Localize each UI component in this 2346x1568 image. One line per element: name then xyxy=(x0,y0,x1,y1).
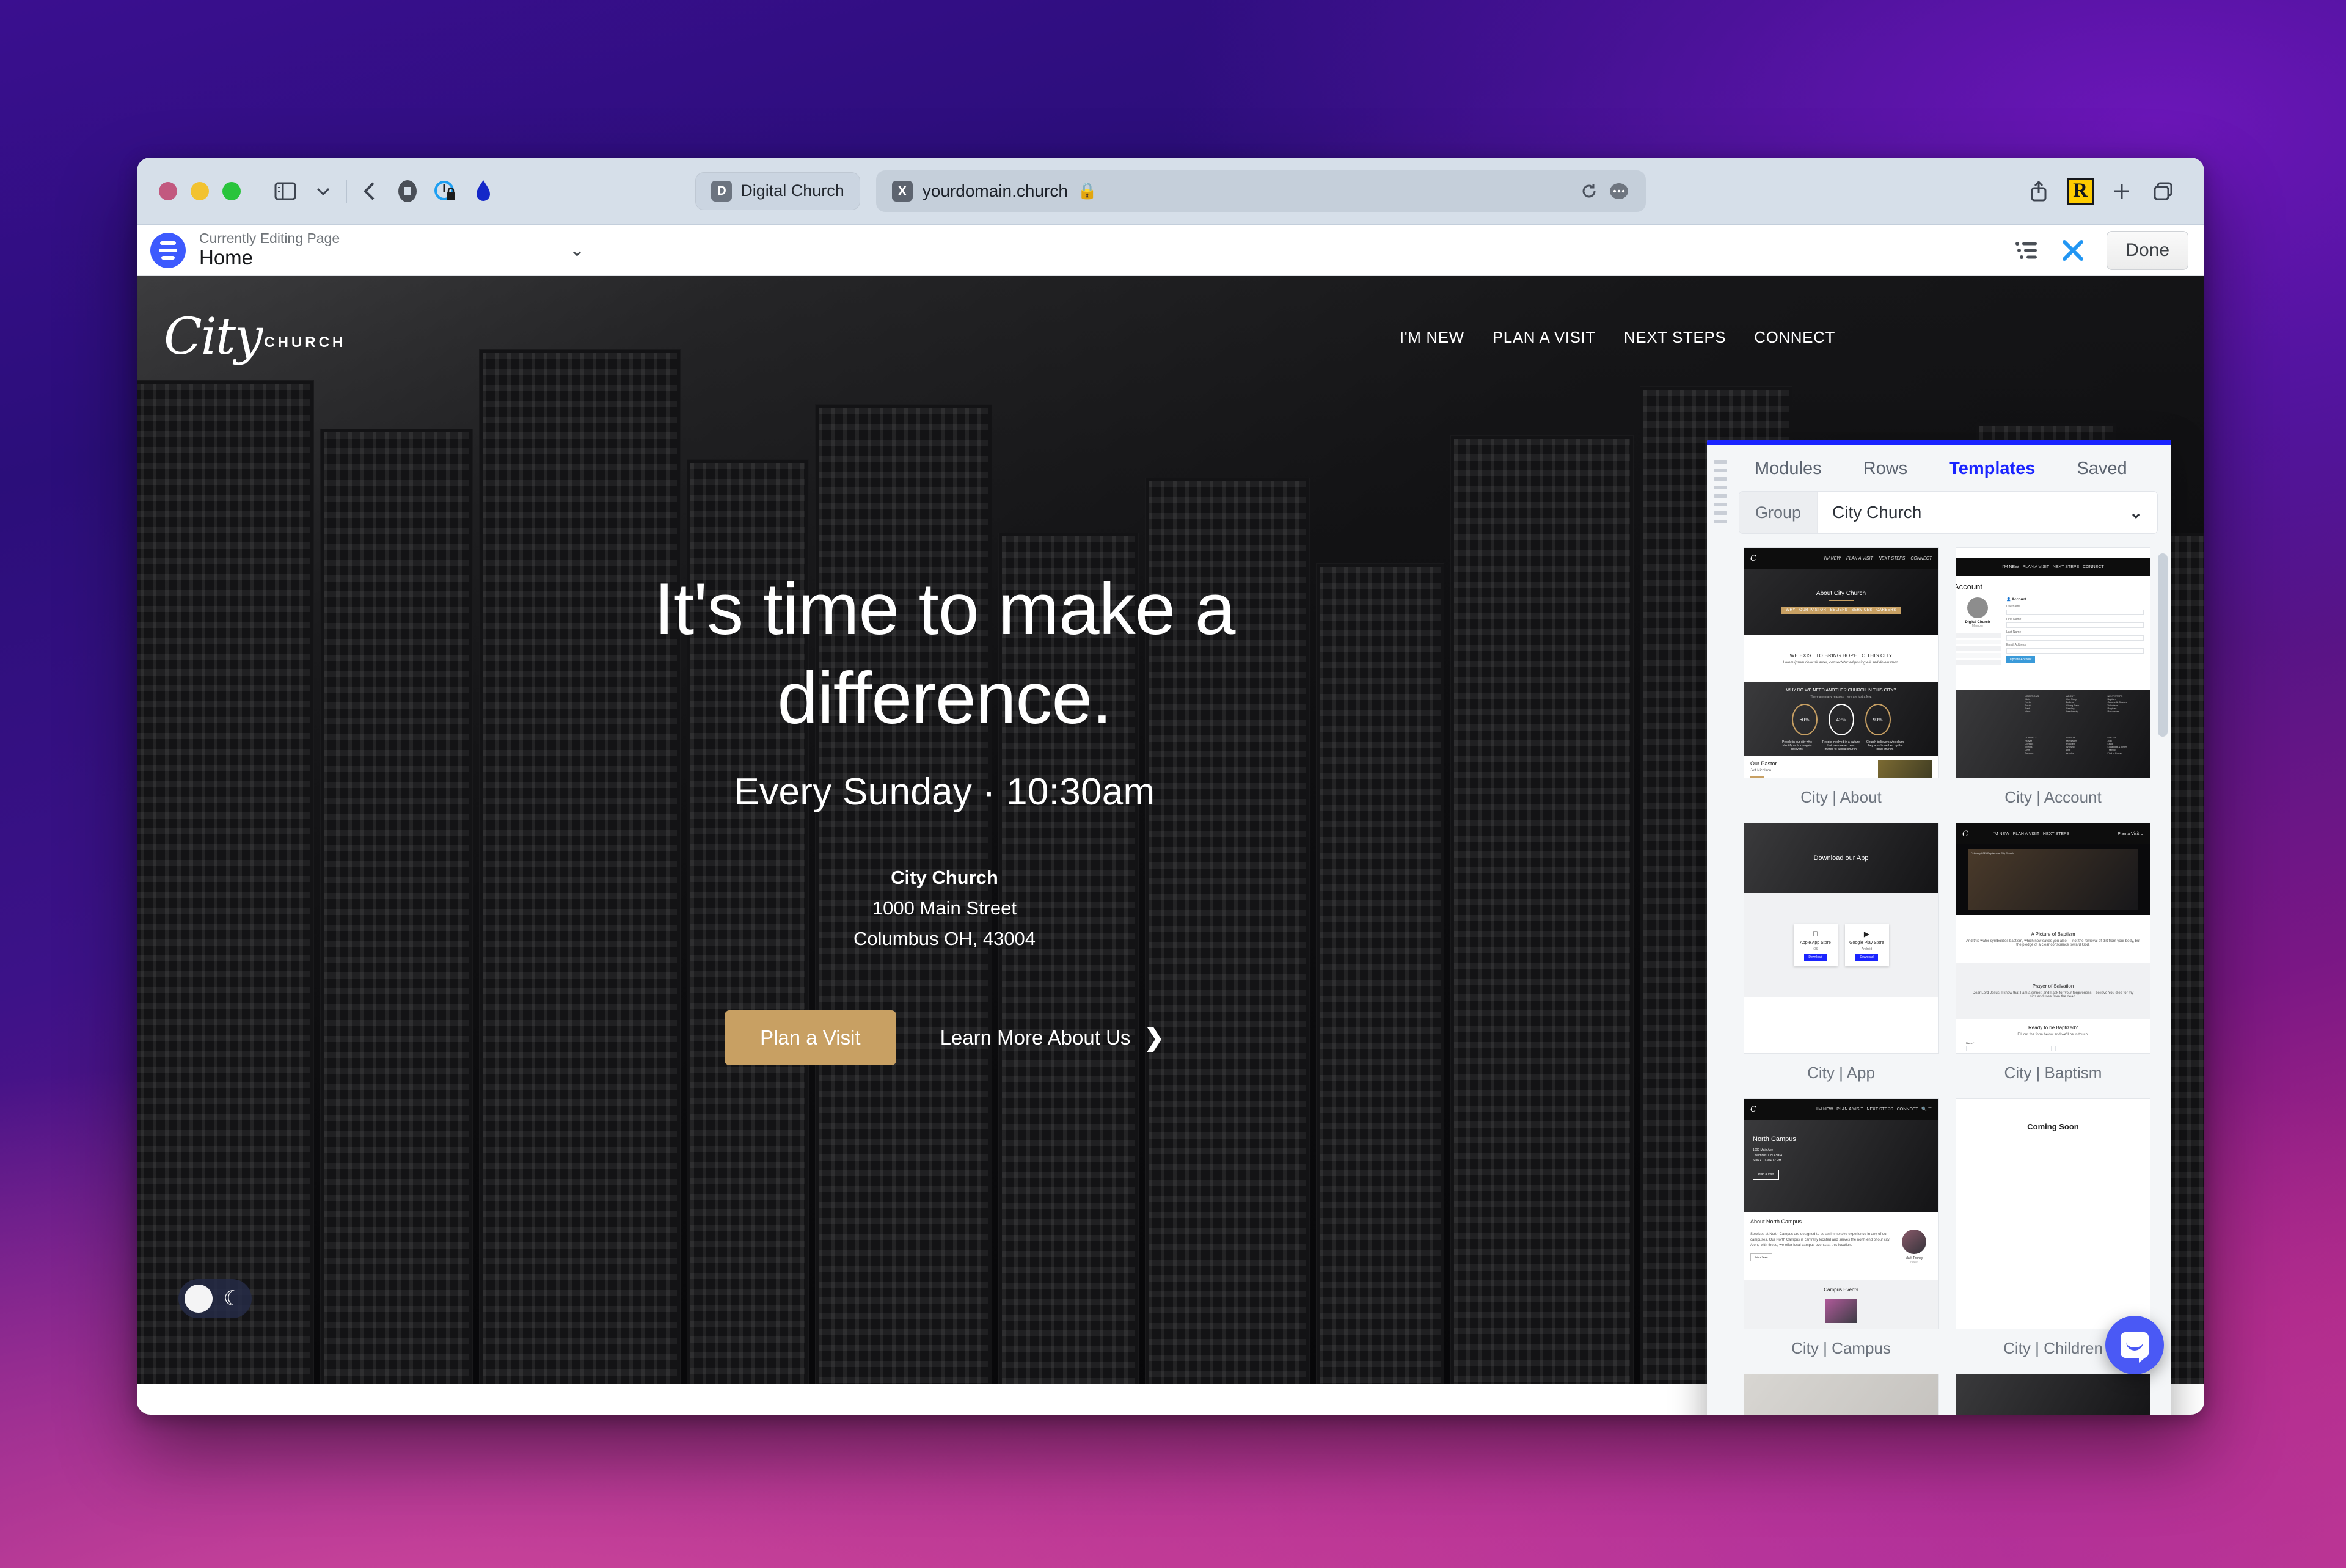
logo-script-text: City xyxy=(164,308,263,366)
close-icon[interactable] xyxy=(2060,238,2086,263)
learn-more-button[interactable]: Learn More About Us ❯ xyxy=(940,1024,1164,1052)
moon-icon: ☾ xyxy=(223,1287,242,1310)
hero-street: 1000 Main Street xyxy=(872,897,1017,919)
hero-subheadline: Every Sunday · 10:30am xyxy=(734,770,1155,813)
hero-cta-group: Plan a Visit Learn More About Us ❯ xyxy=(725,1010,1164,1066)
address-bar[interactable]: X yourdomain.church 🔒 xyxy=(875,170,1646,212)
reload-icon[interactable] xyxy=(1580,182,1598,200)
list-icon[interactable] xyxy=(2015,240,2039,261)
template-card[interactable]: Christmas DECEMBER 24 • 25 Plan a Visit xyxy=(1744,1374,1939,1415)
site-logo[interactable]: City CHURCH xyxy=(164,308,346,366)
site-navigation: City CHURCH I'M NEW PLAN A VISIT NEXT ST… xyxy=(137,276,2204,398)
nav-link-plan-a-visit[interactable]: PLAN A VISIT xyxy=(1493,328,1596,347)
editing-kicker: Currently Editing Page xyxy=(199,230,340,247)
nav-link-connect[interactable]: CONNECT xyxy=(1754,328,1835,347)
menu-icon[interactable] xyxy=(150,232,186,268)
share-icon[interactable] xyxy=(2020,172,2058,210)
page-selector[interactable]: Currently Editing Page Home ⌄ xyxy=(137,225,601,275)
template-card[interactable]: Find Your Group Life is better connected… xyxy=(1956,1374,2150,1415)
lock-icon: 🔒 xyxy=(1077,181,1098,200)
toggle-knob xyxy=(185,1285,213,1313)
browser-toolbar: D Digital Church X yourdomain.church 🔒 R xyxy=(137,158,2204,225)
url-text: yourdomain.church xyxy=(922,181,1068,200)
tabs-overview-icon[interactable] xyxy=(2144,172,2182,210)
browser-window: D Digital Church X yourdomain.church 🔒 R… xyxy=(137,158,2204,1415)
tab-favicon: D xyxy=(711,180,733,202)
tab-title: Digital Church xyxy=(740,181,844,200)
editor-toolbar: Currently Editing Page Home ⌄ Done xyxy=(137,225,2204,276)
done-button[interactable]: Done xyxy=(2107,230,2188,270)
maximize-window-button[interactable] xyxy=(222,181,241,200)
browser-tab[interactable]: D Digital Church xyxy=(695,172,860,210)
nav-link-im-new[interactable]: I'M NEW xyxy=(1400,328,1464,347)
site-preview: City CHURCH I'M NEW PLAN A VISIT NEXT ST… xyxy=(137,276,2204,1415)
privacy-lock-icon[interactable] xyxy=(426,172,464,210)
extension-r-icon[interactable]: R xyxy=(2061,172,2099,210)
window-traffic-lights[interactable] xyxy=(159,181,241,200)
minimize-window-button[interactable] xyxy=(191,181,209,200)
hero-citystate: Columbus OH, 43004 xyxy=(853,928,1036,949)
nav-link-next-steps[interactable]: NEXT STEPS xyxy=(1624,328,1726,347)
template-thumbnail[interactable]: Christmas DECEMBER 24 • 25 Plan a Visit xyxy=(1744,1374,1939,1415)
toolbar-divider xyxy=(346,179,347,203)
logo-sub-text: CHURCH xyxy=(264,334,346,351)
chat-bubble-icon[interactable] xyxy=(2105,1316,2164,1374)
chevron-down-icon[interactable]: ⌄ xyxy=(569,239,585,261)
close-window-button[interactable] xyxy=(159,181,177,200)
hero-address: City Church 1000 Main Street Columbus OH… xyxy=(853,862,1036,955)
hero-content: It's time to make a difference. Every Su… xyxy=(137,276,2204,1354)
extension-droplet-icon[interactable] xyxy=(464,172,502,210)
hero-section: City CHURCH I'M NEW PLAN A VISIT NEXT ST… xyxy=(137,276,2204,1384)
more-icon[interactable] xyxy=(1608,182,1630,200)
plan-a-visit-button[interactable]: Plan a Visit xyxy=(725,1010,896,1066)
dark-mode-toggle[interactable]: ☾ xyxy=(178,1279,252,1318)
chevron-right-icon: ❯ xyxy=(1144,1024,1164,1052)
nav-links: I'M NEW PLAN A VISIT NEXT STEPS CONNECT xyxy=(1400,328,2177,347)
new-tab-icon[interactable] xyxy=(2103,172,2141,210)
site-favicon: X xyxy=(891,180,913,202)
back-icon[interactable] xyxy=(351,172,389,210)
chevron-down-icon[interactable] xyxy=(304,172,342,210)
page-title: Home xyxy=(199,246,254,269)
template-thumbnail[interactable]: Find Your Group Life is better connected… xyxy=(1956,1374,2150,1415)
sidebar-icon[interactable] xyxy=(266,172,304,210)
reader-view-icon[interactable] xyxy=(389,172,426,210)
hero-org-name: City Church xyxy=(891,866,998,888)
learn-more-label: Learn More About Us xyxy=(940,1026,1131,1049)
hero-headline: It's time to make a difference. xyxy=(654,567,1236,740)
